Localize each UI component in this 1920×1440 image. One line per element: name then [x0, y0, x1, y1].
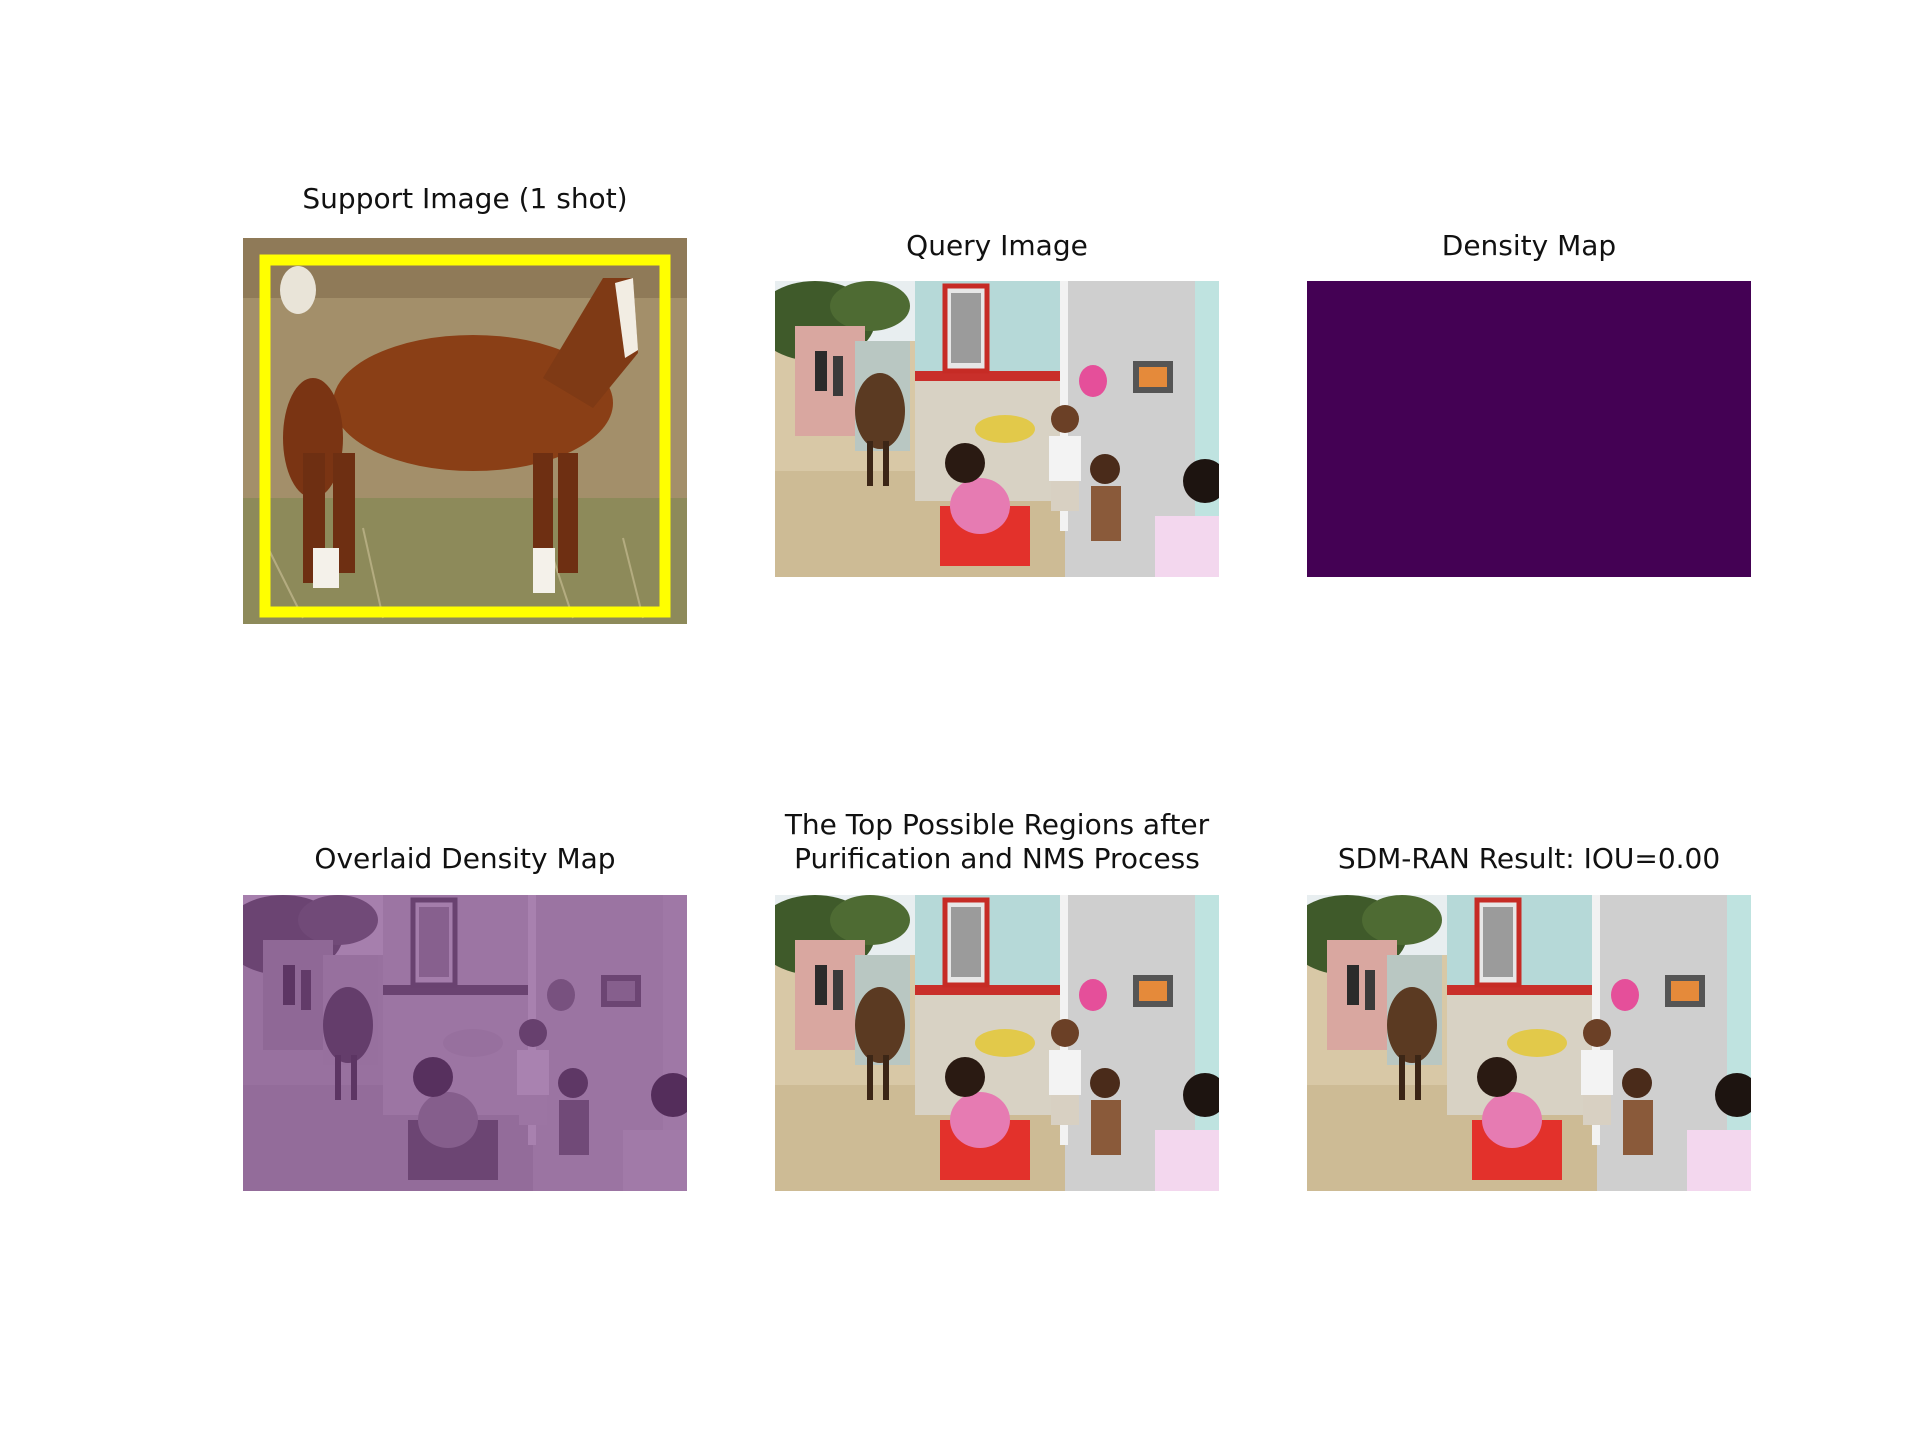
query-image: [775, 281, 1219, 577]
panel-title-line-1: The Top Possible Regions after: [784, 808, 1210, 841]
panel-title: Query Image: [906, 229, 1088, 262]
density-map-image: [1307, 281, 1751, 577]
top-regions-image: [775, 895, 1219, 1191]
overlaid-density-image: [243, 895, 687, 1191]
panel-query-image: Query Image: [775, 229, 1219, 577]
panel-title: Overlaid Density Map: [314, 842, 616, 875]
panel-overlaid-density-map: Overlaid Density Map: [243, 842, 687, 1191]
panel-title-line-2: Purification and NMS Process: [794, 842, 1200, 875]
panel-support-image: Support Image (1 shot): [243, 182, 687, 624]
panel-title: Support Image (1 shot): [302, 182, 628, 215]
result-image: [1307, 895, 1751, 1191]
panel-sdm-ran-result: SDM-RAN Result: IOU=0.00: [1307, 842, 1751, 1191]
support-image: [243, 238, 687, 624]
panel-density-map: Density Map: [1307, 229, 1751, 577]
panel-title: SDM-RAN Result: IOU=0.00: [1337, 842, 1721, 875]
panel-title: Density Map: [1441, 229, 1617, 262]
panel-top-regions: The Top Possible Regions after Purificat…: [775, 808, 1219, 1191]
